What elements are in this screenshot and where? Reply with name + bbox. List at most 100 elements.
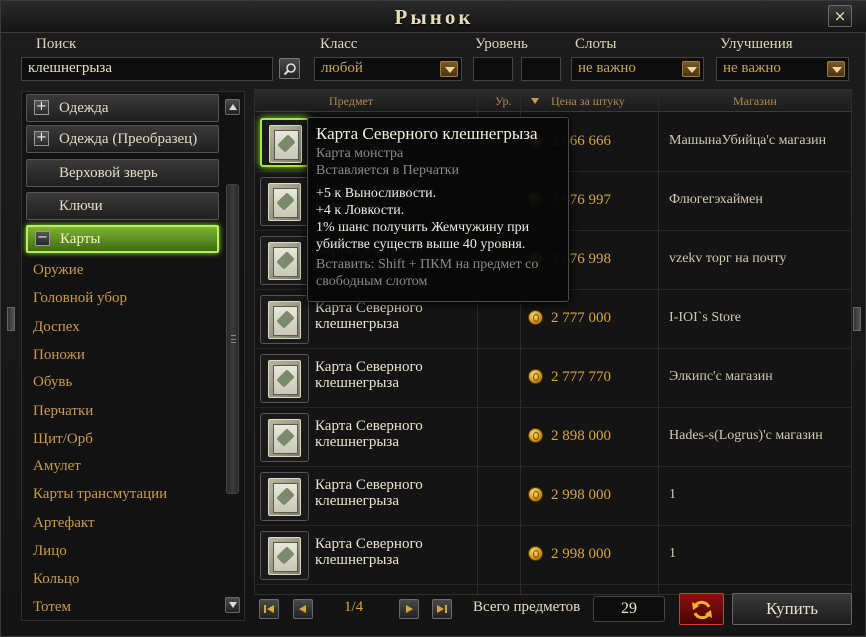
last-page-icon bbox=[437, 605, 447, 613]
close-button[interactable]: × bbox=[828, 5, 852, 27]
class-select-value: любой bbox=[321, 60, 363, 76]
total-items-count: 29 bbox=[593, 596, 665, 622]
first-page-button[interactable] bbox=[259, 599, 279, 619]
chevron-down-icon bbox=[682, 61, 700, 77]
upgrades-select-value: не важно bbox=[723, 60, 781, 76]
coin-icon bbox=[528, 310, 543, 325]
tooltip-type: Карта монстра bbox=[316, 146, 404, 161]
table-row[interactable]: Карта Северного клешнегрыза 2 898 000 Hade… bbox=[255, 408, 851, 467]
card-image bbox=[268, 301, 301, 339]
table-row[interactable]: Карта Северного клешнегрыза 2 777 770 Элки… bbox=[255, 349, 851, 408]
tooltip-slot: Вставляется в Перчатки bbox=[316, 163, 459, 178]
shop-name: 1 bbox=[669, 546, 676, 561]
subcategory-boots[interactable]: Обувь bbox=[33, 374, 72, 391]
card-icon[interactable] bbox=[260, 236, 309, 285]
card-image bbox=[268, 478, 301, 516]
card-icon[interactable] bbox=[260, 177, 309, 226]
card-icon[interactable] bbox=[260, 472, 309, 521]
close-icon: × bbox=[833, 7, 847, 25]
next-page-icon bbox=[406, 605, 413, 613]
category-label: Одежда (Преобразец) bbox=[59, 131, 198, 147]
grip-icon bbox=[231, 335, 236, 343]
subcategory-transmute-cards[interactable]: Карты трансмутации bbox=[33, 486, 167, 503]
search-button[interactable] bbox=[279, 58, 300, 79]
header-level[interactable]: Ур. bbox=[495, 94, 511, 109]
expand-icon: + bbox=[34, 100, 49, 115]
chevron-down-icon bbox=[440, 61, 458, 77]
next-page-button[interactable] bbox=[399, 599, 419, 619]
subcategory-headgear[interactable]: Головной убор bbox=[33, 290, 127, 307]
scroll-up-button[interactable] bbox=[225, 99, 240, 115]
subcategory-amulet[interactable]: Амулет bbox=[33, 458, 81, 475]
scrollbar-thumb[interactable] bbox=[226, 184, 239, 494]
subcategory-weapon[interactable]: Оружие bbox=[33, 262, 84, 279]
left-resize-handle[interactable] bbox=[7, 307, 15, 331]
category-clothes-transform[interactable]: + Одежда (Преобразец) bbox=[26, 125, 219, 153]
item-price: 2 998 000 bbox=[551, 487, 611, 503]
item-name: Карта Северного клешнегрыза bbox=[315, 477, 423, 509]
prev-page-button[interactable] bbox=[293, 599, 313, 619]
slots-select[interactable]: не важно bbox=[571, 57, 704, 81]
card-icon[interactable] bbox=[260, 354, 309, 403]
scroll-down-button[interactable] bbox=[225, 597, 240, 613]
buy-button[interactable]: Купить bbox=[732, 593, 852, 625]
category-cards[interactable]: − Карты bbox=[26, 225, 219, 253]
card-image bbox=[269, 125, 302, 163]
upgrades-label: Улучшения bbox=[720, 36, 793, 52]
subcategory-face[interactable]: Лицо bbox=[33, 543, 67, 560]
collapse-icon: − bbox=[35, 231, 50, 246]
card-icon[interactable] bbox=[260, 531, 309, 580]
sort-desc-icon bbox=[531, 98, 539, 104]
class-select[interactable]: любой bbox=[314, 57, 462, 81]
table-row[interactable]: Карта Северного клешнегрыза 2 998 000 1 bbox=[255, 467, 851, 526]
card-icon[interactable] bbox=[260, 413, 309, 462]
shop-name: 1 bbox=[669, 487, 676, 502]
shop-name: vzekv торг на почту bbox=[669, 251, 787, 266]
header-shop[interactable]: Магазин bbox=[733, 94, 777, 109]
subcategory-artifact[interactable]: Артефакт bbox=[33, 515, 95, 532]
subcategory-leggings[interactable]: Поножи bbox=[33, 347, 85, 364]
coin-icon bbox=[528, 369, 543, 384]
item-name: Карта Северного клешнегрыза bbox=[315, 536, 423, 568]
shop-name: Hades-s(Logrus)'с магазин bbox=[669, 428, 823, 443]
upgrades-select[interactable]: не важно bbox=[716, 57, 849, 81]
card-image bbox=[268, 419, 301, 457]
search-icon bbox=[283, 63, 296, 76]
title-bar: Рынок × bbox=[1, 1, 866, 33]
class-label: Класс bbox=[320, 36, 358, 52]
search-input[interactable]: клешнегрыза bbox=[21, 57, 273, 81]
subcategory-shield-orb[interactable]: Щит/Орб bbox=[33, 431, 93, 448]
coin-icon bbox=[528, 546, 543, 561]
chevron-down-icon bbox=[827, 61, 845, 77]
level-min-input[interactable] bbox=[473, 57, 513, 81]
card-icon[interactable] bbox=[260, 295, 309, 344]
refresh-button[interactable] bbox=[679, 593, 724, 625]
subcategory-armor[interactable]: Доспех bbox=[33, 319, 80, 336]
category-mount[interactable]: Верховой зверь bbox=[26, 159, 219, 187]
market-window: Рынок × Поиск Класс Уровень Слоты Улучше… bbox=[0, 0, 866, 637]
header-item[interactable]: Предмет bbox=[329, 94, 373, 109]
category-panel: + Одежда + Одежда (Преобразец) Верховой … bbox=[21, 91, 245, 621]
last-page-button[interactable] bbox=[432, 599, 452, 619]
header-price[interactable]: Цена за штуку bbox=[551, 94, 625, 109]
card-icon[interactable] bbox=[260, 118, 309, 167]
table-header: Предмет Ур. Цена за штуку Магазин bbox=[255, 90, 851, 112]
item-price: 2 777 000 bbox=[551, 310, 611, 326]
item-price: 2 998 000 bbox=[551, 546, 611, 562]
slots-label: Слоты bbox=[575, 36, 617, 52]
right-resize-handle[interactable] bbox=[853, 307, 861, 331]
search-label: Поиск bbox=[36, 36, 77, 52]
subcategory-totem[interactable]: Тотем bbox=[33, 599, 71, 616]
tooltip-stat: +5 к Выносливости. bbox=[316, 186, 437, 201]
item-name: Карта Северного клешнегрыза bbox=[315, 359, 423, 391]
item-price: 2 777 770 bbox=[551, 369, 611, 385]
table-row[interactable]: Карта Северного клешнегрыза 2 998 000 1 bbox=[255, 526, 851, 585]
level-max-input[interactable] bbox=[521, 57, 561, 81]
subcategory-ring[interactable]: Кольцо bbox=[33, 571, 79, 588]
card-image bbox=[268, 242, 301, 280]
category-keys[interactable]: Ключи bbox=[26, 192, 219, 220]
shop-name: Флюгегэхаймен bbox=[669, 192, 763, 207]
category-clothes[interactable]: + Одежда bbox=[26, 94, 219, 122]
item-tooltip: Карта Северного клешнегрыза Карта монстр… bbox=[307, 117, 569, 302]
subcategory-gloves[interactable]: Перчатки bbox=[33, 403, 93, 420]
